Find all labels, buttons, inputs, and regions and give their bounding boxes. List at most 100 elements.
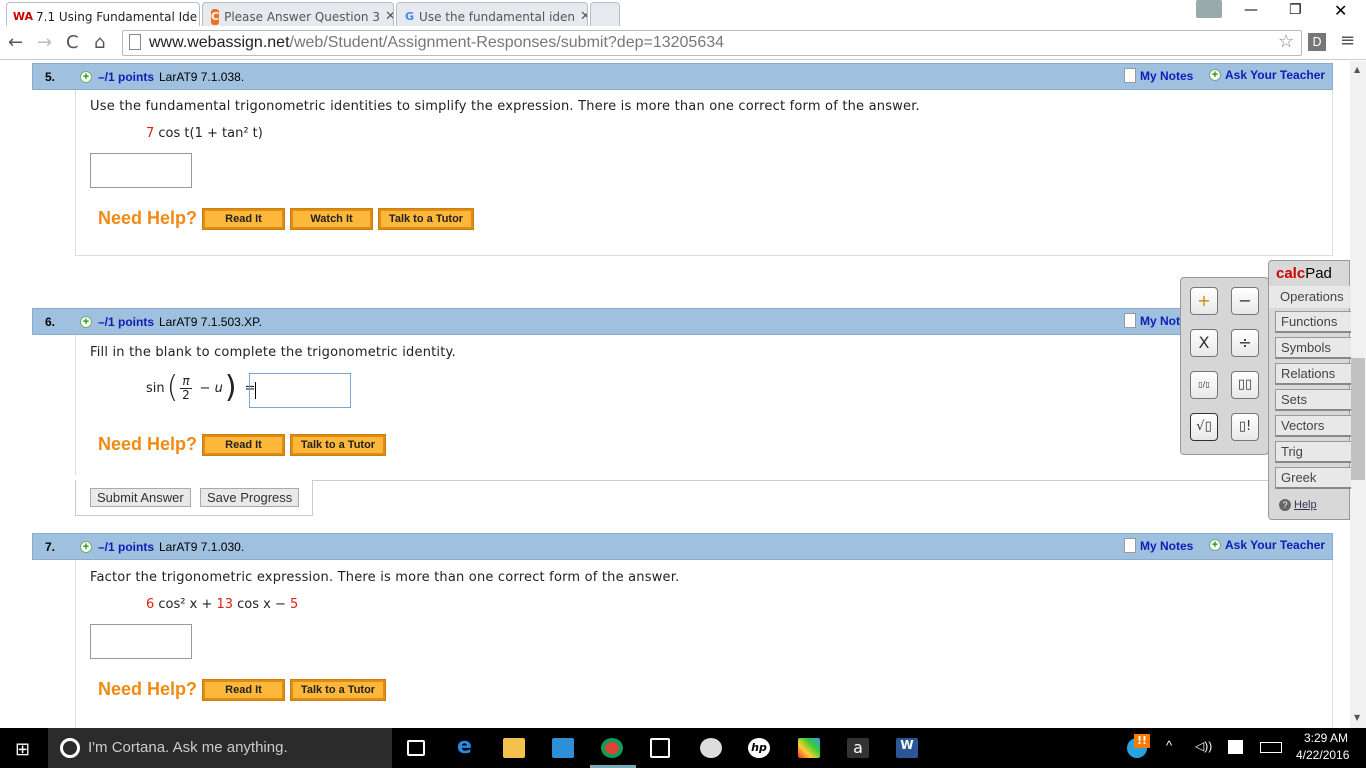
tab-bar: WA 7.1 Using Fundamental Ide✕ C Please A… bbox=[0, 0, 1366, 26]
tab-google[interactable]: G Use the fundamental iden✕ bbox=[396, 2, 588, 26]
amazon-icon[interactable]: a bbox=[847, 738, 869, 758]
tab-webassign[interactable]: WA 7.1 Using Fundamental Ide✕ bbox=[6, 2, 200, 26]
close-tab-icon[interactable]: ✕ bbox=[580, 9, 587, 24]
ask-teacher-link[interactable]: + Ask Your Teacher bbox=[1209, 68, 1325, 82]
calcpad-tab-operations[interactable]: Operations bbox=[1269, 286, 1351, 308]
answer-input[interactable] bbox=[90, 153, 192, 188]
clock-date[interactable]: 4/22/2016 bbox=[1296, 748, 1349, 762]
forward-icon[interactable]: → bbox=[37, 32, 52, 53]
extension-icon[interactable]: D bbox=[1308, 33, 1326, 51]
read-it-button[interactable]: Read It bbox=[202, 679, 285, 701]
webassign-icon: WA bbox=[12, 10, 34, 23]
question-6-header: 6. + –/1 points LarAT9 7.1.503.XP. My No… bbox=[32, 308, 1333, 335]
edge-icon[interactable]: e bbox=[457, 734, 479, 759]
talk-to-tutor-button[interactable]: Talk to a Tutor bbox=[378, 208, 474, 230]
plus-key[interactable]: + bbox=[1190, 287, 1218, 315]
cortana-search[interactable]: I'm Cortana. Ask me anything. bbox=[48, 728, 392, 768]
calcpad-tab-relations[interactable]: Relations bbox=[1275, 363, 1351, 385]
read-it-button[interactable]: Read It bbox=[202, 434, 285, 456]
word-icon[interactable]: W bbox=[896, 738, 918, 758]
hp-icon[interactable]: hp bbox=[748, 738, 770, 758]
points-link[interactable]: –/1 points bbox=[98, 315, 154, 329]
expand-icon[interactable]: + bbox=[80, 316, 92, 328]
photos-icon[interactable] bbox=[552, 738, 574, 758]
calcpad-logo: calcPad bbox=[1276, 265, 1332, 282]
assignment-content: 5. + –/1 points LarAT9 7.1.038. My Notes… bbox=[0, 61, 1350, 728]
answer-input[interactable] bbox=[249, 373, 351, 408]
reload-icon[interactable]: C bbox=[66, 32, 79, 53]
plus-icon: + bbox=[1209, 69, 1221, 81]
calcpad-menu: calcPad Operations Functions Symbols Rel… bbox=[1268, 260, 1351, 520]
submit-answer-button[interactable]: Submit Answer bbox=[90, 488, 191, 507]
talk-to-tutor-button[interactable]: Talk to a Tutor bbox=[290, 679, 386, 701]
home-icon[interactable]: ⌂ bbox=[94, 32, 105, 53]
minus-key[interactable]: − bbox=[1231, 287, 1259, 315]
task-view-icon[interactable] bbox=[407, 740, 425, 756]
keyboard-icon[interactable] bbox=[1260, 742, 1282, 753]
watch-it-button[interactable]: Watch It bbox=[290, 208, 373, 230]
ask-teacher-link[interactable]: + Ask Your Teacher bbox=[1209, 538, 1325, 552]
calcpad-help-link[interactable]: ? Help bbox=[1279, 499, 1317, 511]
minimize-icon[interactable]: — bbox=[1244, 2, 1258, 18]
my-notes-link[interactable]: My Notes bbox=[1124, 538, 1193, 553]
calcpad-tab-symbols[interactable]: Symbols bbox=[1275, 337, 1351, 359]
scrollbar-thumb[interactable] bbox=[1351, 358, 1365, 480]
points-link[interactable]: –/1 points bbox=[98, 70, 154, 84]
scroll-down-icon[interactable]: ▼ bbox=[1354, 713, 1360, 722]
clock-time[interactable]: 3:29 AM bbox=[1304, 731, 1348, 745]
page-icon bbox=[129, 34, 141, 50]
menu-icon[interactable]: ≡ bbox=[1340, 30, 1355, 51]
fraction-key[interactable]: ▯/▯ bbox=[1190, 371, 1218, 399]
show-hidden-icons-icon[interactable]: ^ bbox=[1166, 738, 1172, 753]
talk-to-tutor-button[interactable]: Talk to a Tutor bbox=[290, 434, 386, 456]
expand-icon[interactable]: + bbox=[80, 541, 92, 553]
close-tab-icon[interactable]: ✕ bbox=[385, 9, 393, 24]
plus-icon: + bbox=[1209, 539, 1221, 551]
question-6-body: Fill in the blank to complete the trigon… bbox=[75, 335, 1333, 475]
calcpad-keypad: + − X ÷ ▯/▯ ▯▯ √▯ ▯! bbox=[1180, 277, 1269, 455]
calcpad-tab-vectors[interactable]: Vectors bbox=[1275, 415, 1351, 437]
profile-icon[interactable] bbox=[1196, 0, 1222, 18]
answer-input[interactable] bbox=[90, 624, 192, 659]
notifications-icon[interactable] bbox=[1228, 740, 1243, 754]
sqrt-key[interactable]: √▯ bbox=[1190, 413, 1218, 441]
calcpad-tab-greek[interactable]: Greek bbox=[1275, 467, 1351, 489]
expand-icon[interactable]: + bbox=[80, 71, 92, 83]
webcam-icon[interactable] bbox=[700, 738, 722, 758]
windows-start-icon[interactable]: ⊞ bbox=[15, 739, 30, 760]
close-window-icon[interactable]: ✕ bbox=[1334, 1, 1347, 20]
file-explorer-icon[interactable] bbox=[503, 738, 525, 758]
read-it-button[interactable]: Read It bbox=[202, 208, 285, 230]
cortana-icon bbox=[60, 738, 80, 758]
my-notes-link[interactable]: My Notes bbox=[1124, 68, 1193, 83]
volume-icon[interactable]: ◁)) bbox=[1195, 739, 1212, 753]
question-7-header: 7. + –/1 points LarAT9 7.1.030. My Notes… bbox=[32, 533, 1333, 560]
scroll-up-icon[interactable]: ▲ bbox=[1354, 65, 1360, 74]
save-progress-button[interactable]: Save Progress bbox=[200, 488, 300, 507]
note-icon bbox=[1124, 68, 1136, 83]
points-link[interactable]: –/1 points bbox=[98, 540, 154, 554]
calcpad-tab-trig[interactable]: Trig bbox=[1275, 441, 1351, 463]
times-key[interactable]: X bbox=[1190, 329, 1218, 357]
calcpad-tab-sets[interactable]: Sets bbox=[1275, 389, 1351, 411]
address-bar[interactable]: www.webassign.net/web/Student/Assignment… bbox=[122, 30, 1302, 56]
help-icon: ? bbox=[1279, 499, 1291, 511]
factorial-key[interactable]: ▯! bbox=[1231, 413, 1259, 441]
question-7-body: Factor the trigonometric expression. The… bbox=[75, 560, 1333, 728]
question-5-body: Use the fundamental trigonometric identi… bbox=[75, 90, 1333, 256]
new-tab-button[interactable] bbox=[590, 2, 620, 26]
alert-icon: !! bbox=[1134, 734, 1150, 748]
google-icon: G bbox=[405, 10, 415, 23]
restore-icon[interactable]: ❐ bbox=[1289, 2, 1302, 18]
note-icon bbox=[1124, 538, 1136, 553]
exponent-key[interactable]: ▯▯ bbox=[1231, 371, 1259, 399]
calcpad-tab-functions[interactable]: Functions bbox=[1275, 311, 1351, 333]
divide-key[interactable]: ÷ bbox=[1231, 329, 1259, 357]
chegg-icon: C bbox=[211, 8, 220, 25]
chrome-icon[interactable] bbox=[601, 738, 623, 758]
note-icon bbox=[1124, 313, 1136, 328]
store-icon[interactable] bbox=[650, 738, 670, 758]
app-icon[interactable] bbox=[798, 738, 820, 758]
back-icon[interactable]: ← bbox=[8, 32, 23, 53]
tab-chegg[interactable]: C Please Answer Question 3✕ bbox=[202, 2, 394, 26]
